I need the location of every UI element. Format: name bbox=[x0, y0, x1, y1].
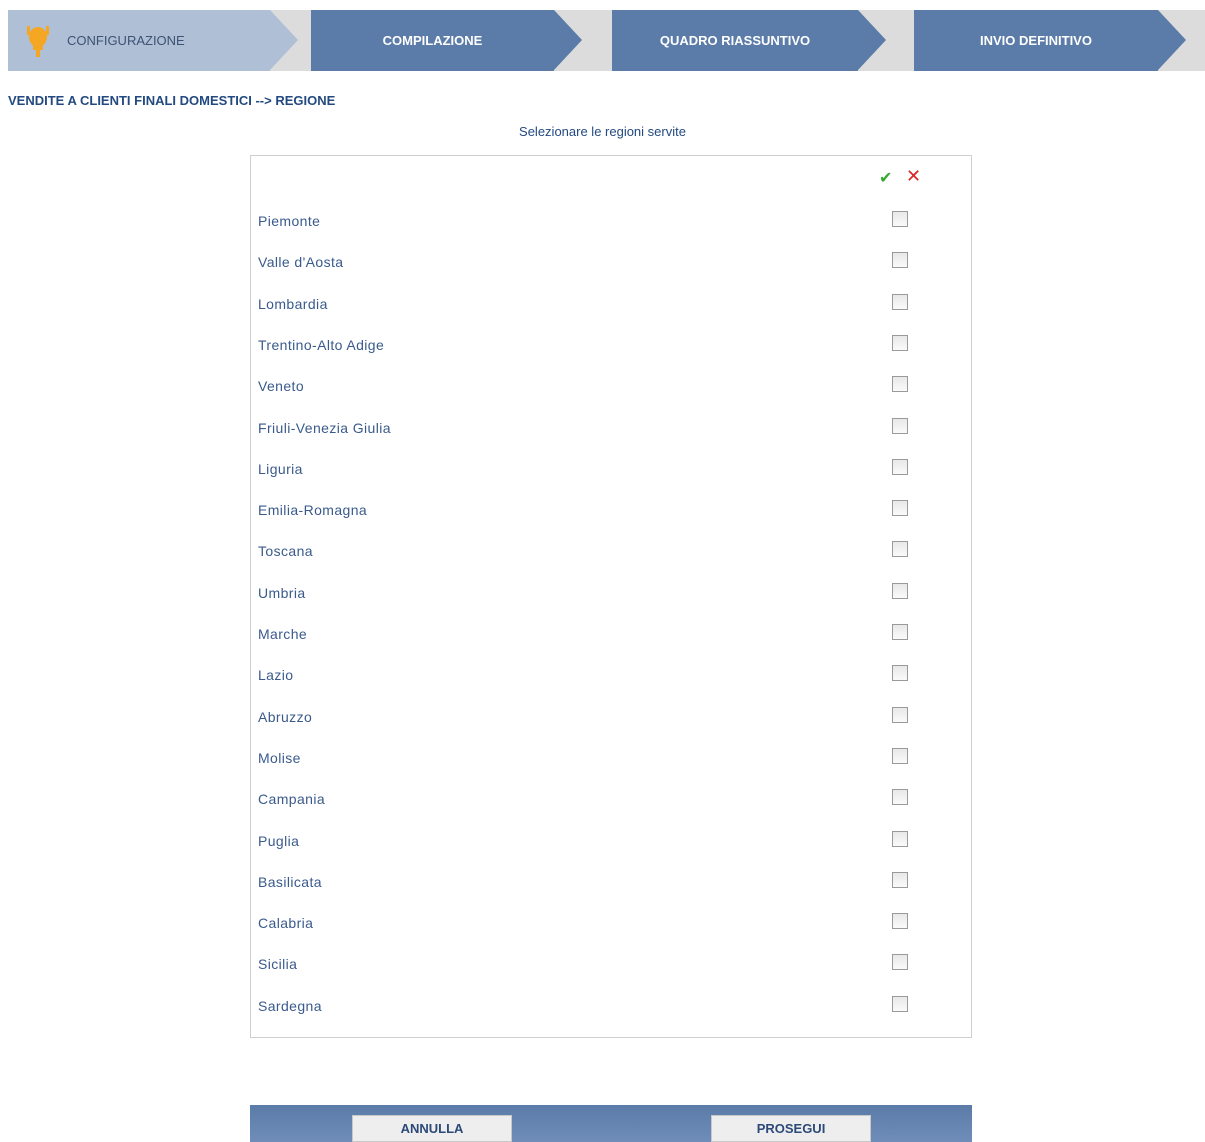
region-label: Valle d'Aosta bbox=[258, 254, 344, 271]
region-label: Sicilia bbox=[258, 956, 298, 973]
region-row: Campania bbox=[251, 783, 971, 824]
region-checkbox[interactable] bbox=[892, 541, 908, 558]
step-invio-definitivo[interactable]: INVIO DEFINITIVO bbox=[914, 10, 1186, 71]
region-label: Puglia bbox=[258, 832, 300, 849]
region-row: Sardegna bbox=[251, 990, 971, 1031]
region-checkbox[interactable] bbox=[892, 624, 908, 640]
region-row: Valle d'Aosta bbox=[251, 246, 971, 287]
region-checkbox[interactable] bbox=[892, 706, 908, 723]
wizard-step-bar: CONFIGURAZIONE COMPILAZIONE QUADRO RIASS… bbox=[8, 10, 1205, 71]
step-label: COMPILAZIONE bbox=[382, 33, 483, 48]
region-checkbox[interactable] bbox=[892, 582, 908, 599]
step-label: INVIO DEFINITIVO bbox=[980, 33, 1092, 48]
region-row: Molise bbox=[251, 742, 971, 783]
region-row: Basilicata bbox=[251, 866, 971, 907]
cancel-button[interactable]: ANNULLA bbox=[352, 1115, 512, 1142]
region-row: Puglia bbox=[251, 825, 971, 866]
step-configurazione[interactable]: CONFIGURAZIONE bbox=[8, 10, 298, 71]
region-checkbox[interactable] bbox=[892, 293, 908, 310]
region-label: Sardegna bbox=[258, 997, 322, 1014]
region-checkbox[interactable] bbox=[892, 871, 908, 888]
region-checkbox[interactable] bbox=[892, 665, 908, 682]
step-label: CONFIGURAZIONE bbox=[67, 33, 185, 48]
region-label: Lombardia bbox=[258, 295, 328, 312]
region-label: Trentino-Alto Adige bbox=[258, 336, 385, 353]
region-checkbox[interactable] bbox=[892, 334, 908, 351]
region-row: Piemonte bbox=[251, 205, 971, 246]
proceed-button[interactable]: PROSEGUI bbox=[711, 1115, 871, 1142]
region-row: Veneto bbox=[251, 370, 971, 411]
step-arrow bbox=[270, 10, 298, 70]
region-label: Emilia-Romagna bbox=[258, 502, 368, 519]
region-label: Calabria bbox=[258, 915, 314, 932]
region-label: Marche bbox=[258, 626, 308, 642]
step-compilazione[interactable]: COMPILAZIONE bbox=[311, 10, 582, 71]
region-label: Basilicata bbox=[258, 873, 322, 890]
region-row: Umbria bbox=[251, 577, 971, 618]
region-row: Lazio bbox=[251, 659, 971, 700]
region-checkbox[interactable] bbox=[892, 500, 908, 517]
lightbulb-icon bbox=[27, 26, 49, 57]
region-row: Abruzzo bbox=[251, 701, 971, 742]
region-row: Emilia-Romagna bbox=[251, 494, 971, 535]
step-quadro-riassuntivo[interactable]: QUADRO RIASSUNTIVO bbox=[612, 10, 886, 71]
region-checkbox[interactable] bbox=[892, 211, 908, 227]
region-label: Veneto bbox=[258, 378, 304, 395]
region-label: Abruzzo bbox=[258, 708, 313, 725]
step-arrow bbox=[1158, 10, 1186, 70]
region-row: Toscana bbox=[251, 535, 971, 576]
footer-bar: ANNULLA PROSEGUI bbox=[250, 1105, 972, 1142]
region-row: Marche bbox=[251, 618, 971, 659]
region-selection-panel: ✔ ✕ Piemonte Valle d'Aosta Lombardia Trenti… bbox=[250, 155, 972, 1038]
region-row: Calabria bbox=[251, 907, 971, 948]
page-subtitle: Selezionare le regioni servite bbox=[519, 124, 686, 139]
region-checkbox[interactable] bbox=[892, 458, 908, 475]
deselect-all-x-icon[interactable]: ✕ bbox=[906, 166, 921, 187]
region-label: Campania bbox=[258, 791, 326, 808]
region-checkbox[interactable] bbox=[892, 789, 908, 806]
region-label: Liguria bbox=[258, 460, 303, 477]
region-checkbox[interactable] bbox=[892, 913, 908, 930]
region-checkbox[interactable] bbox=[892, 376, 908, 393]
region-row: Liguria bbox=[251, 453, 971, 494]
select-all-check-icon[interactable]: ✔ bbox=[879, 168, 892, 188]
region-checkbox[interactable] bbox=[892, 830, 908, 847]
region-checkbox[interactable] bbox=[892, 252, 908, 269]
region-label: Lazio bbox=[258, 667, 294, 684]
step-arrow bbox=[858, 10, 886, 70]
region-label: Friuli-Venezia Giulia bbox=[258, 419, 391, 436]
region-row: Sicilia bbox=[251, 948, 971, 989]
step-arrow bbox=[554, 10, 582, 70]
breadcrumb: VENDITE A CLIENTI FINALI DOMESTICI --> R… bbox=[8, 93, 336, 108]
region-label: Umbria bbox=[258, 584, 306, 601]
region-checkbox[interactable] bbox=[892, 747, 908, 764]
region-label: Toscana bbox=[258, 543, 313, 560]
step-label: QUADRO RIASSUNTIVO bbox=[659, 33, 811, 48]
region-checkbox[interactable] bbox=[892, 954, 908, 971]
region-row: Friuli-Venezia Giulia bbox=[251, 412, 971, 453]
region-row: Trentino-Alto Adige bbox=[251, 329, 971, 370]
region-label: Molise bbox=[258, 749, 301, 766]
region-row: Lombardia bbox=[251, 288, 971, 329]
region-checkbox[interactable] bbox=[892, 995, 908, 1012]
region-checkbox[interactable] bbox=[892, 417, 908, 434]
region-label: Piemonte bbox=[258, 213, 321, 229]
